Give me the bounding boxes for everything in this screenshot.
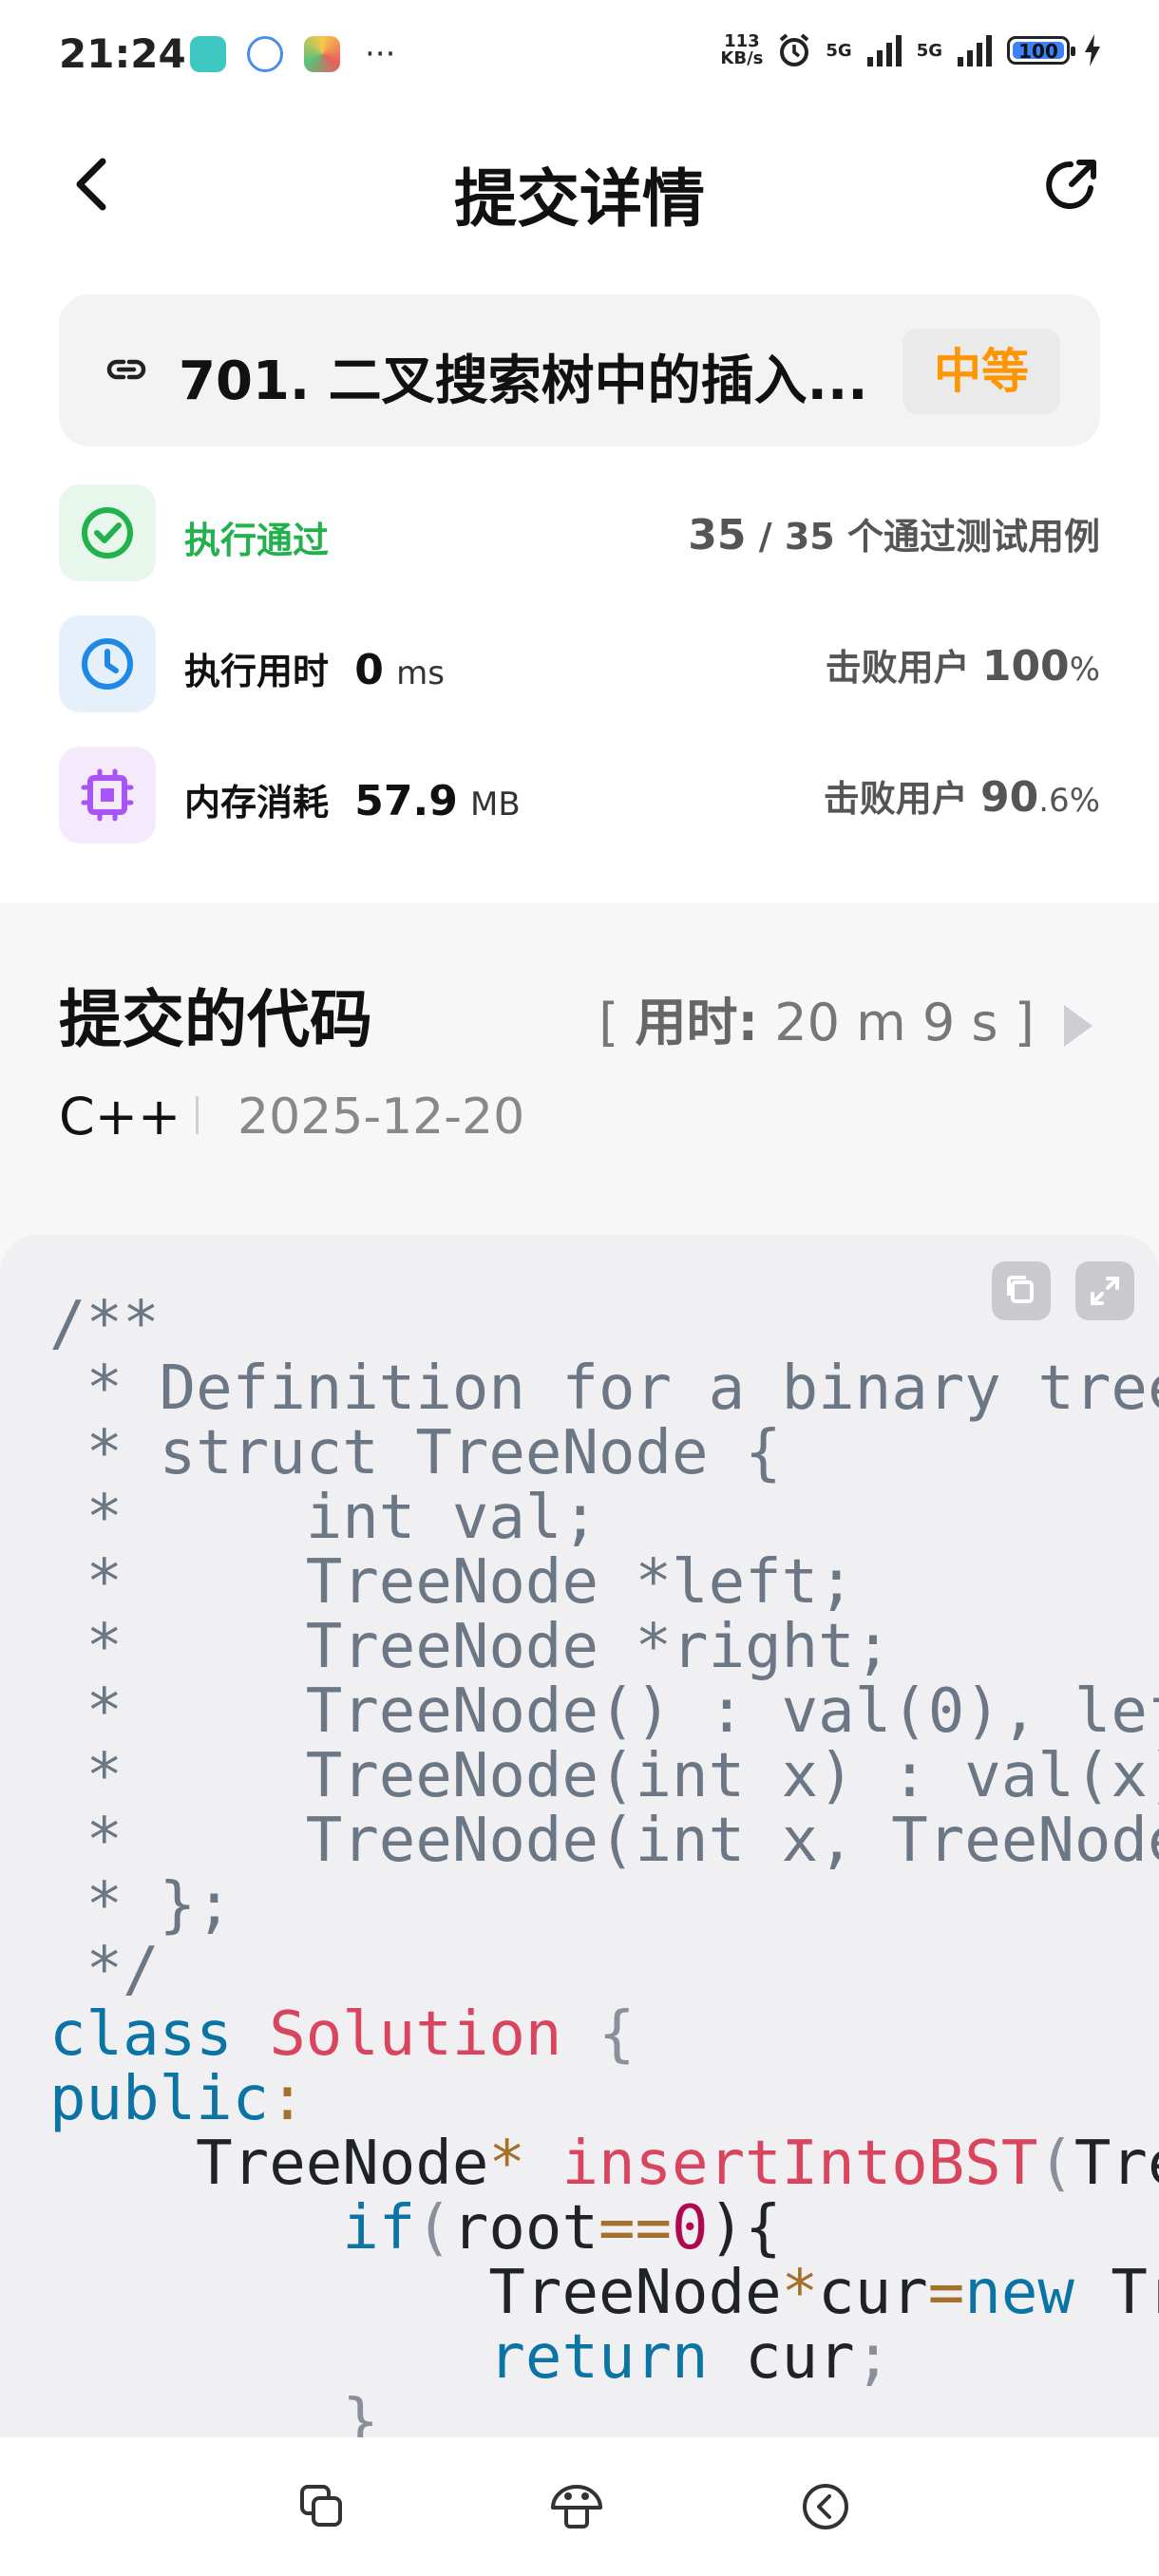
bottom-navigation bbox=[0, 2437, 1159, 2576]
runtime-unit: ms bbox=[396, 654, 445, 692]
memory-beat-label: 击败用户 bbox=[823, 778, 968, 820]
home-button[interactable] bbox=[545, 2475, 608, 2538]
page-title: 提交详情 bbox=[454, 162, 705, 236]
back-nav-button[interactable] bbox=[794, 2475, 857, 2538]
memory-unit: MB bbox=[470, 786, 521, 824]
clock-icon bbox=[59, 616, 156, 712]
runtime-beat-label: 击败用户 bbox=[825, 647, 970, 689]
status-time: 21:24 bbox=[59, 30, 186, 77]
mushroom-home-icon bbox=[551, 2485, 602, 2529]
time-label: 用时: bbox=[635, 993, 759, 1052]
recent-apps-icon bbox=[300, 2485, 342, 2527]
runtime-value: 0 bbox=[354, 646, 384, 694]
runtime-label: 执行用时 bbox=[184, 651, 330, 692]
net-speed: 113 KB/s bbox=[720, 31, 764, 68]
memory-row: 内存消耗 57.9 MB bbox=[184, 773, 521, 825]
time-spent[interactable]: [ 用时: 20 m 9 s ] bbox=[598, 980, 1092, 1055]
memory-beat: 击败用户 90.6% bbox=[824, 769, 1100, 822]
runtime-beat-unit: % bbox=[1069, 651, 1100, 689]
cloud-app-icon bbox=[247, 36, 283, 72]
problem-name: 701. 二叉搜索树中的插入... bbox=[179, 350, 868, 412]
memory-beat-unit: .6% bbox=[1038, 782, 1100, 820]
network-label-1: 5G bbox=[826, 40, 852, 61]
test-cases: 35 / 35 个通过测试用例 bbox=[688, 507, 1100, 559]
status-label: 执行通过 bbox=[184, 520, 330, 561]
code-block[interactable]: /** * Definition for a binary tree node.… bbox=[0, 1235, 1159, 2441]
battery-icon: 100 bbox=[1007, 36, 1075, 65]
time-close: ] bbox=[1014, 993, 1035, 1052]
source-code: /** * Definition for a binary tree node.… bbox=[49, 1289, 1159, 2441]
runtime-row: 执行用时 0 ms bbox=[184, 642, 445, 694]
memory-value: 57.9 bbox=[354, 777, 458, 825]
camera-app-icon bbox=[304, 36, 340, 72]
battery-cap bbox=[1071, 47, 1075, 56]
total-count: / 35 bbox=[746, 516, 847, 558]
submission-date: 2025-12-20 bbox=[238, 1089, 525, 1146]
passed-suffix: 个通过测试用例 bbox=[846, 516, 1100, 558]
play-icon[interactable] bbox=[1064, 1005, 1092, 1048]
difficulty-badge: 中等 bbox=[902, 329, 1060, 414]
share-icon bbox=[1046, 160, 1096, 209]
chip-icon bbox=[59, 747, 156, 843]
share-button[interactable] bbox=[1037, 152, 1104, 218]
clock-app-icon bbox=[190, 36, 226, 72]
check-icon bbox=[59, 484, 156, 581]
code-language: C++ bbox=[59, 1087, 181, 1146]
charging-icon bbox=[1085, 34, 1100, 66]
stat-memory: 内存消耗 57.9 MB 击败用户 90.6% bbox=[59, 747, 1100, 845]
runtime-beat: 击败用户 100% bbox=[826, 638, 1100, 691]
status-app-icons: ··· bbox=[190, 36, 395, 72]
divider bbox=[196, 1096, 199, 1134]
link-icon bbox=[106, 359, 146, 380]
memory-beat-value: 90 bbox=[980, 773, 1039, 822]
problem-link[interactable]: 701. 二叉搜索树中的插入... 中等 bbox=[59, 294, 1100, 446]
battery-level: 100 bbox=[1013, 42, 1064, 61]
memory-label: 内存消耗 bbox=[184, 782, 330, 824]
time-value: 20 m 9 s bbox=[774, 993, 998, 1052]
network-label-2: 5G bbox=[916, 40, 942, 61]
signal-icon-2 bbox=[958, 35, 992, 66]
back-nav-icon bbox=[803, 2484, 848, 2529]
passed-count: 35 bbox=[688, 511, 747, 559]
status-bar: 21:24 ··· 113 KB/s 5G 5G 100 bbox=[0, 0, 1159, 114]
more-notifications-icon: ··· bbox=[365, 35, 396, 73]
recent-apps-button[interactable] bbox=[291, 2475, 353, 2538]
signal-icon-1 bbox=[866, 35, 902, 66]
app-header: 提交详情 bbox=[0, 123, 1159, 247]
stat-runtime: 执行用时 0 ms 击败用户 100% bbox=[59, 616, 1100, 714]
status-indicators: 113 KB/s 5G 5G 100 bbox=[720, 32, 1102, 68]
alarm-icon bbox=[780, 33, 809, 66]
code-section-title: 提交的代码 bbox=[59, 983, 372, 1056]
runtime-beat-value: 100 bbox=[981, 642, 1070, 691]
stat-status: 执行通过 35 / 35 个通过测试用例 bbox=[59, 484, 1100, 583]
time-open: [ bbox=[598, 993, 619, 1052]
